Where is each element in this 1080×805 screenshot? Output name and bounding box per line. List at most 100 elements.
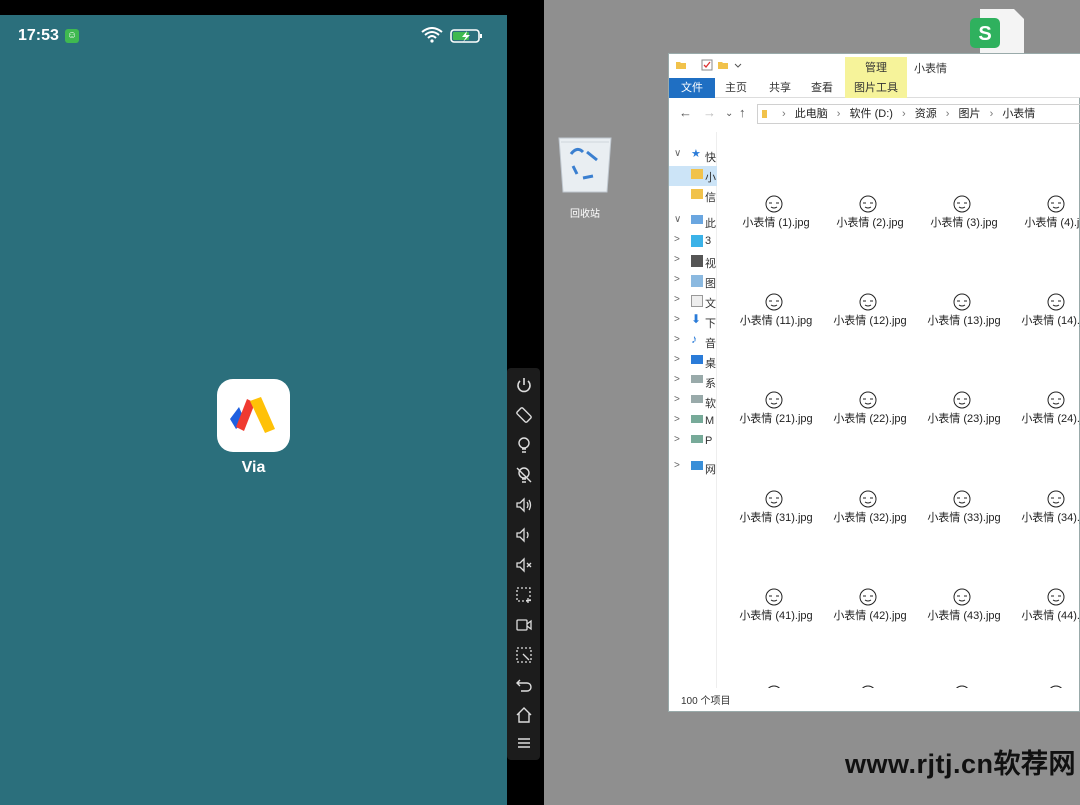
status-bar: 100 个项目 <box>681 696 731 707</box>
file-item[interactable]: 小表情 (34).jpg <box>1011 489 1080 525</box>
file-item-partial[interactable] <box>917 684 1011 688</box>
nav-item-desktop[interactable]: > 桌 <box>669 352 717 372</box>
tab-home[interactable]: 主页 <box>719 78 753 98</box>
rotate-icon[interactable] <box>513 404 535 426</box>
nav-item-pictures[interactable]: > 图 <box>669 272 717 292</box>
file-item[interactable]: 小表情 (11).jpg <box>729 292 823 328</box>
power-icon[interactable] <box>513 374 535 396</box>
file-item-partial[interactable] <box>1011 684 1080 688</box>
nav-item-this-pc[interactable]: ∨ 此 <box>669 212 717 232</box>
breadcrumb-this-pc[interactable]: 此电脑 <box>795 108 828 120</box>
watermark: www.rjtj.cn软荐网 <box>845 749 1077 779</box>
recycle-bin-icon <box>558 137 612 193</box>
breadcrumb-current[interactable]: 小表情 <box>1002 108 1035 120</box>
file-item[interactable]: 小表情 (44).jpg <box>1011 587 1080 623</box>
file-name: 小表情 (4).jpg <box>1024 217 1080 229</box>
tab-share[interactable]: 共享 <box>763 78 797 98</box>
window-title: 小表情 <box>914 63 947 75</box>
forward-arrow-icon[interactable]: → <box>703 105 716 120</box>
manage-context-tab[interactable]: 管理 <box>845 57 907 79</box>
emoji-thumbnail-icon <box>859 195 877 213</box>
tab-view[interactable]: 查看 <box>805 78 839 98</box>
brightness-off-icon[interactable] <box>513 464 535 486</box>
drive-icon <box>691 435 703 443</box>
up-arrow-icon[interactable]: ↑ <box>739 105 746 120</box>
nav-item-system-drive[interactable]: > 系 <box>669 372 717 392</box>
file-item[interactable]: 小表情 (2).jpg <box>823 194 917 230</box>
emoji-thumbnail-icon <box>955 685 969 688</box>
volume-down-icon[interactable] <box>513 524 535 546</box>
file-item[interactable]: 小表情 (1).jpg <box>729 194 823 230</box>
nav-item-drive-p[interactable]: > P <box>669 432 717 452</box>
file-item[interactable]: 小表情 (23).jpg <box>917 390 1011 426</box>
drive-icon <box>691 415 703 423</box>
file-item[interactable]: 小表情 (21).jpg <box>729 390 823 426</box>
via-app-icon[interactable] <box>217 379 290 452</box>
quick-access-toolbar: 管理 小表情 <box>669 54 1080 79</box>
address-bar[interactable]: › 此电脑 › 软件 (D:) › 资源 › 图片 › 小表情 <box>757 104 1080 124</box>
home-icon[interactable] <box>513 704 535 726</box>
file-item[interactable]: 小表情 (33).jpg <box>917 489 1011 525</box>
file-item[interactable]: 小表情 (32).jpg <box>823 489 917 525</box>
file-item[interactable]: 小表情 (41).jpg <box>729 587 823 623</box>
wps-sheet-icon[interactable]: S <box>970 9 1026 54</box>
emoji-thumbnail-icon <box>859 391 877 409</box>
file-item[interactable]: 小表情 (3).jpg <box>917 194 1011 230</box>
emoji-thumbnail-icon <box>767 685 781 688</box>
status-time: 17:53 <box>18 27 59 44</box>
mute-icon[interactable] <box>513 554 535 576</box>
nav-item-folder[interactable]: 小 <box>669 166 717 186</box>
recycle-bin-label: 回收站 <box>570 209 600 220</box>
emoji-thumbnail-icon <box>861 685 875 688</box>
file-name: 小表情 (3).jpg <box>930 217 998 229</box>
folder-icon <box>762 110 767 118</box>
file-item[interactable]: 小表情 (22).jpg <box>823 390 917 426</box>
breadcrumb-separator: › <box>836 108 841 120</box>
file-item-partial[interactable] <box>823 684 917 688</box>
file-item[interactable]: 小表情 (13).jpg <box>917 292 1011 328</box>
recent-dropdown-icon[interactable]: ⌄ <box>725 108 733 119</box>
breadcrumb-drive[interactable]: 软件 (D:) <box>850 108 893 120</box>
nav-item-folder[interactable]: 信 <box>669 186 717 206</box>
screenshot-area-icon[interactable] <box>513 584 535 606</box>
file-item[interactable]: 小表情 (43).jpg <box>917 587 1011 623</box>
file-item[interactable]: 小表情 (24).jpg <box>1011 390 1080 426</box>
nav-item-videos[interactable]: > 视 <box>669 252 717 272</box>
customize-dropdown-icon[interactable] <box>734 63 742 69</box>
tab-picture-tools[interactable]: 图片工具 <box>845 78 907 98</box>
tab-file[interactable]: 文件 <box>669 78 715 98</box>
file-item[interactable]: 小表情 (14).jpg <box>1011 292 1080 328</box>
nav-item-drive-m[interactable]: > M <box>669 412 717 432</box>
menu-icon[interactable] <box>513 732 535 754</box>
record-icon[interactable] <box>513 614 535 636</box>
file-name: 小表情 (14).jpg <box>1021 315 1080 327</box>
nav-item-documents[interactable]: > 文 <box>669 292 717 312</box>
emoji-thumbnail-icon <box>1047 195 1065 213</box>
film-icon <box>691 255 703 267</box>
file-item[interactable]: 小表情 (42).jpg <box>823 587 917 623</box>
nav-item-software-drive[interactable]: > 软 <box>669 392 717 412</box>
emoji-thumbnail-icon <box>1047 588 1065 606</box>
file-item[interactable]: 小表情 (12).jpg <box>823 292 917 328</box>
crop-icon[interactable] <box>513 644 535 666</box>
breadcrumb-resources[interactable]: 资源 <box>915 108 937 120</box>
back-arrow-icon[interactable]: ← <box>679 105 692 120</box>
recycle-bin[interactable]: 回收站 <box>553 130 617 220</box>
brightness-icon[interactable] <box>513 434 535 456</box>
nav-item-music[interactable]: > ♪ 音 <box>669 332 717 352</box>
breadcrumb-pictures[interactable]: 图片 <box>959 108 981 120</box>
volume-up-icon[interactable] <box>513 494 535 516</box>
back-icon[interactable] <box>513 674 535 696</box>
nav-item-3d-objects[interactable]: >3 <box>669 232 717 252</box>
nav-item-quick-access[interactable]: ∨ ★ 快 <box>669 146 717 166</box>
file-name: 小表情 (31).jpg <box>739 512 813 524</box>
via-app-label[interactable]: Via <box>217 459 290 477</box>
nav-item-network[interactable]: > 网 <box>669 458 717 478</box>
new-folder-icon[interactable] <box>717 59 729 71</box>
emoji-thumbnail-icon <box>953 391 971 409</box>
nav-item-downloads[interactable]: > ⬇ 下 <box>669 312 717 332</box>
file-item-partial[interactable] <box>729 684 823 688</box>
properties-icon[interactable] <box>701 59 713 71</box>
file-item[interactable]: 小表情 (31).jpg <box>729 489 823 525</box>
file-item[interactable]: 小表情 (4).jpg <box>1011 194 1080 230</box>
